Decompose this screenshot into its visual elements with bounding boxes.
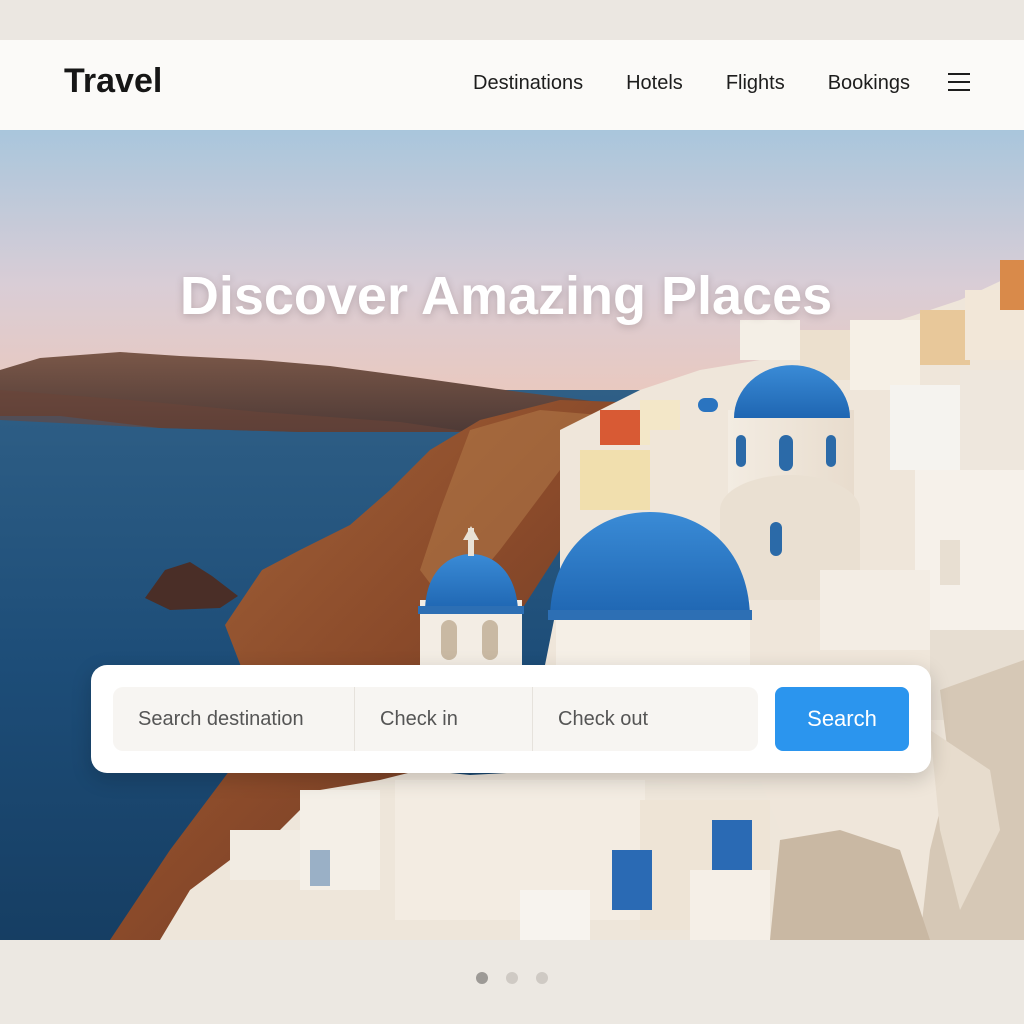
carousel-dots (0, 972, 1024, 984)
carousel-dot-2[interactable] (506, 972, 518, 984)
destination-input[interactable]: Search destination (113, 687, 355, 751)
top-strip (0, 0, 1024, 40)
nav-destinations[interactable]: Destinations (473, 72, 583, 95)
carousel-dot-3[interactable] (536, 972, 548, 984)
carousel-dot-1[interactable] (476, 972, 488, 984)
check-out-input[interactable]: Check out (533, 687, 758, 751)
nav-links: Destinations Hotels Flights Bookings (430, 72, 910, 95)
navbar: Travel Destinations Hotels Flights Booki… (0, 40, 1024, 130)
brand-logo[interactable]: Travel (64, 62, 162, 101)
hero-image (0, 130, 1024, 940)
search-button[interactable]: Search (775, 687, 909, 751)
nav-hotels[interactable]: Hotels (626, 72, 683, 95)
hero-title: Discover Amazing Places (179, 266, 833, 326)
nav-bookings[interactable]: Bookings (828, 72, 910, 95)
search-card: Search destination Check in Check out Se… (91, 665, 931, 773)
check-in-input[interactable]: Check in (355, 687, 533, 751)
nav-flights[interactable]: Flights (726, 72, 785, 95)
hamburger-menu-icon[interactable] (948, 72, 970, 92)
travel-home-page: Travel Destinations Hotels Flights Booki… (0, 0, 1024, 1024)
search-fields: Search destination Check in Check out (113, 687, 758, 751)
hero-banner: Discover Amazing Places Search destinati… (0, 130, 1024, 940)
